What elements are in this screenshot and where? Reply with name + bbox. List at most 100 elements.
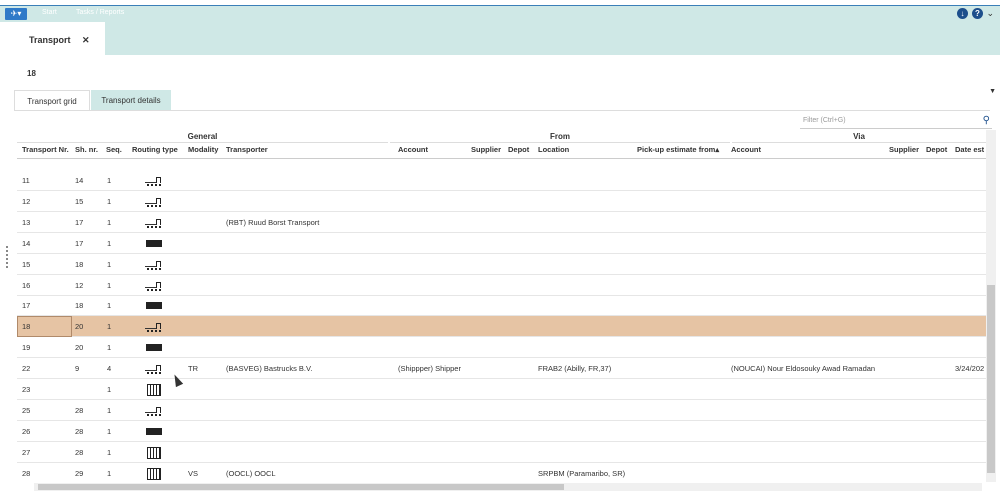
cell-sh: 18: [75, 301, 84, 311]
cell-sh: 12: [75, 280, 84, 290]
col-date-est[interactable]: Date est: [955, 145, 984, 154]
cell-sh: 15: [75, 196, 84, 206]
start-link[interactable]: Start: [42, 9, 57, 16]
col-sh-nr[interactable]: Sh. nr.: [75, 145, 98, 154]
table-row[interactable]: 14 17 1: [17, 233, 986, 254]
table-row[interactable]: 18 20 1: [17, 316, 986, 338]
tab-transport-grid[interactable]: Transport grid: [14, 90, 90, 110]
tab-transport[interactable]: Transport ✕: [12, 22, 105, 55]
cell-location: FRAB2 (Abilly, FR,37): [538, 364, 612, 374]
trailer-truck-icon: [144, 258, 164, 270]
cell-sh: 17: [75, 217, 84, 227]
collapse-arrow-icon[interactable]: ▼: [989, 88, 996, 95]
group-header-general: General: [17, 130, 388, 143]
table-row[interactable]: 25 28 1: [17, 400, 986, 421]
col-transporter[interactable]: Transporter: [226, 145, 268, 154]
cell-mod: VS: [188, 468, 199, 478]
table-row[interactable]: 11 14 1: [17, 170, 986, 191]
col-via-supplier[interactable]: Supplier: [889, 145, 919, 154]
truck-icon: [144, 299, 164, 311]
col-seq[interactable]: Seq.: [106, 145, 122, 154]
close-icon[interactable]: ✕: [82, 35, 90, 46]
help-icon[interactable]: ?: [972, 8, 983, 19]
table-row[interactable]: 28 29 1 VS (OOCL) OOCL SRPBM (Paramaribo, SR): [17, 463, 986, 482]
cell-tnr: 27: [22, 447, 31, 457]
cell-sh: 29: [75, 468, 84, 478]
app-menu-button[interactable]: ✈▾: [5, 8, 27, 20]
table-row[interactable]: 15 18 1: [17, 254, 986, 275]
table-row[interactable]: 16 12 1: [17, 275, 986, 296]
top-bar: ✈▾ Start Tasks / Reports ↓ ? ⌄: [0, 5, 1000, 22]
cell-tnr: 23: [22, 385, 31, 394]
col-location[interactable]: Location: [538, 145, 569, 154]
col-via-depot[interactable]: Depot: [926, 145, 947, 154]
cell-tnr: 14: [22, 238, 31, 248]
horizontal-scroll-thumb[interactable]: [38, 484, 564, 490]
filter-placeholder: Filter (Ctrl+G): [803, 117, 846, 124]
cell-tnr: 26: [22, 426, 31, 436]
cell-account: (Shippper) Shipper: [398, 364, 461, 374]
table-row[interactable]: 26 28 1: [17, 421, 986, 442]
vertical-scrollbar[interactable]: [986, 130, 996, 482]
cell-date: 3/24/202: [955, 364, 985, 374]
cell-tnr: 16: [22, 280, 31, 290]
col-routing-type[interactable]: Routing type: [132, 145, 178, 154]
cell-seq: 1: [107, 280, 112, 290]
cell-sh: 20: [75, 343, 84, 353]
table-row[interactable]: 13 17 1 (RBT) Ruud Borst Transport: [17, 212, 986, 233]
table-row[interactable]: 23 1: [17, 379, 986, 400]
cell-seq: 1: [107, 217, 112, 227]
cell-sh: 17: [75, 238, 84, 248]
cell-sh: 14: [75, 176, 84, 185]
cell-tnr: 12: [22, 196, 31, 206]
chevron-down-icon[interactable]: ⌄: [986, 8, 994, 19]
cell-transporter: (RBT) Ruud Borst Transport: [226, 217, 320, 227]
cell-tnr: 19: [22, 343, 31, 353]
col-account[interactable]: Account: [398, 145, 428, 154]
truck-icon: [144, 425, 164, 437]
truck-icon: [144, 341, 164, 353]
cell-sh: 9: [75, 364, 80, 374]
tasks-reports-link[interactable]: Tasks / Reports: [76, 9, 124, 16]
cell-tnr: 11: [22, 176, 30, 185]
cell-seq: 1: [107, 259, 112, 269]
trailer-truck-icon: [144, 362, 164, 375]
truck-icon: [144, 237, 164, 249]
tab-transport-details[interactable]: Transport details: [91, 90, 171, 110]
vertical-scroll-thumb[interactable]: [987, 285, 995, 473]
group-header-from: From: [390, 130, 730, 143]
record-number: 18: [27, 69, 36, 78]
trailer-truck-icon: [144, 404, 164, 416]
table-row[interactable]: 22 9 4 TR (BASVEG) Bastrucks B.V. (Shippper) …: [17, 358, 986, 380]
cell-transporter: (BASVEG) Bastrucks B.V.: [226, 364, 313, 374]
table-row[interactable]: 27 28 1: [17, 442, 986, 463]
table-row[interactable]: 17 18 1: [17, 295, 986, 317]
cell-sh: 28: [75, 447, 84, 457]
col-pickup-estimate[interactable]: Pick-up estimate from▴: [637, 145, 719, 154]
filter-input[interactable]: Filter (Ctrl+G) ⚲: [800, 115, 992, 129]
cell-seq: 1: [107, 301, 112, 311]
container-icon: [144, 383, 164, 396]
col-via-account[interactable]: Account: [731, 145, 761, 154]
horizontal-scrollbar[interactable]: [34, 483, 982, 491]
table-row[interactable]: 19 20 1: [17, 337, 986, 359]
search-icon[interactable]: ⚲: [983, 115, 990, 126]
cell-seq: 4: [107, 364, 112, 374]
col-modality[interactable]: Modality: [188, 145, 218, 154]
download-icon[interactable]: ↓: [957, 8, 968, 19]
cell-tnr: 13: [22, 217, 31, 227]
cell-tnr: 28: [22, 468, 31, 478]
cell-seq: 1: [107, 196, 112, 206]
cell-transporter: (OOCL) OOCL: [226, 468, 276, 478]
splitter-handle[interactable]: [6, 246, 8, 268]
cell-tnr: 18: [22, 322, 31, 332]
cell-mod: TR: [188, 364, 198, 374]
header-divider: [17, 158, 986, 159]
table-row[interactable]: 12 15 1: [17, 191, 986, 212]
tab-transport-label: Transport: [29, 35, 71, 45]
col-supplier[interactable]: Supplier: [471, 145, 501, 154]
cell-sh: 28: [75, 405, 84, 415]
col-transport-nr[interactable]: Transport Nr.: [22, 145, 69, 154]
cell-seq: 1: [107, 322, 112, 332]
col-depot[interactable]: Depot: [508, 145, 529, 154]
